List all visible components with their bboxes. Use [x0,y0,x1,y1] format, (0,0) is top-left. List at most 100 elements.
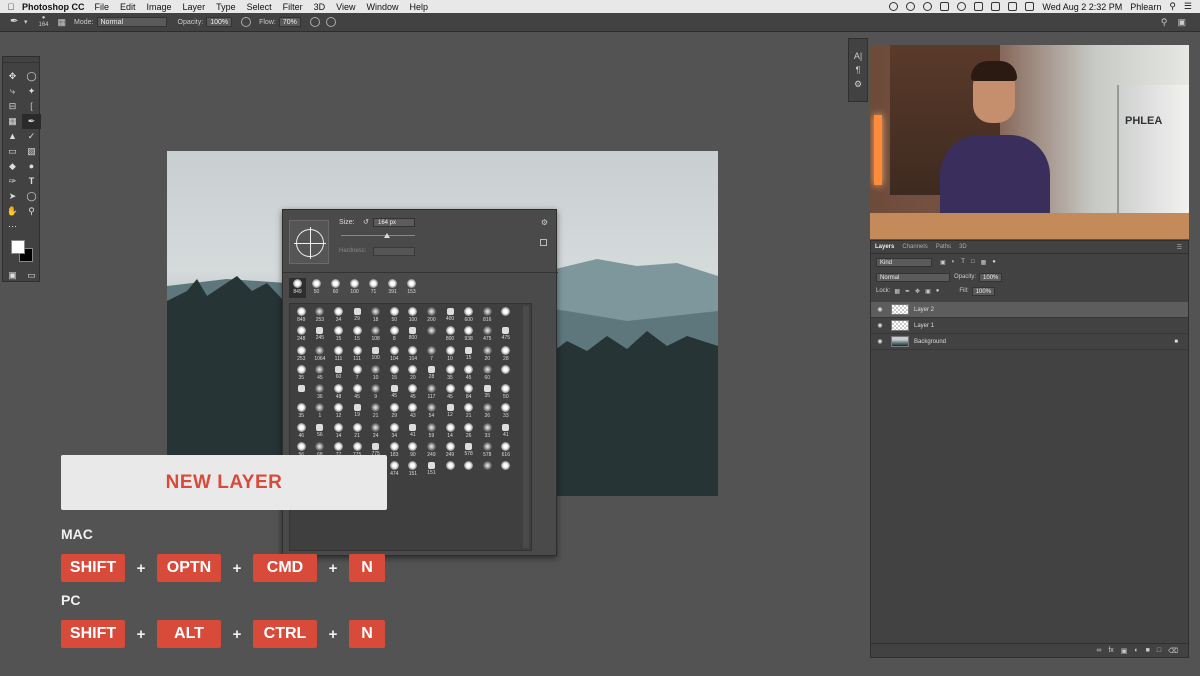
recent-brush[interactable]: 60 [327,278,344,298]
battery-icon[interactable] [1025,2,1035,11]
character-panel-icon[interactable]: A| [849,49,867,63]
layer-opacity-field[interactable]: 100% [979,272,1003,282]
airbrush-icon[interactable] [309,17,320,27]
mode-select[interactable]: Normal [96,17,167,27]
add-mask-icon[interactable]: ▣ [1121,647,1128,655]
brush-preset[interactable]: 29 [385,402,404,421]
menu-image[interactable]: Image [147,2,172,12]
brush-preset[interactable]: 26 [459,422,478,441]
brush-preset[interactable]: 41 [497,422,516,441]
tab-layers[interactable]: Layers [875,244,894,250]
filter-toggle-icon[interactable]: ● [992,259,996,265]
lock-pixels-icon[interactable]: ✒ [905,288,910,295]
brush-preset[interactable] [422,325,441,344]
brush-preset[interactable]: 15 [329,325,348,344]
trash-icon[interactable]: ⌫ [1168,647,1178,655]
brush-preset[interactable]: 20 [478,345,497,364]
recent-brush[interactable]: 153 [403,278,420,298]
brush-preset[interactable]: 151 [422,460,441,479]
kind-filter-select[interactable]: Kind [876,257,932,267]
layer-name[interactable]: Layer 1 [914,323,934,329]
brush-preset[interactable]: 100 [404,306,423,325]
size-field[interactable]: 164 px [373,218,415,227]
hand-tool-icon[interactable]: ✋ [3,204,22,219]
brush-preset[interactable]: 578 [459,441,478,460]
brush-preset[interactable]: 200 [422,306,441,325]
brush-preset[interactable]: 19 [348,402,367,421]
volume-icon[interactable] [1008,2,1018,11]
creative-cloud-icon[interactable] [906,2,916,11]
brush-preset[interactable]: 45 [311,364,330,383]
more-tools-icon[interactable]: ⋯ [3,219,22,234]
layer-name[interactable]: Background [914,339,946,345]
brush-preset[interactable]: 400 [441,306,460,325]
blend-mode-select[interactable]: Normal [876,272,950,282]
healing-brush-icon[interactable]: ▦ [3,114,22,129]
layer-row[interactable]: ◉ Background ■ [871,334,1188,350]
apple-icon[interactable]:  [0,2,22,12]
brush-preset[interactable]: 111 [348,345,367,364]
brush-preset[interactable]: 616 [497,441,516,460]
move-tool-icon[interactable]: ✥ [3,69,22,84]
filter-shape-icon[interactable]: □ [971,259,975,265]
brush-preset[interactable]: 34 [385,422,404,441]
visibility-eye-icon[interactable]: ◉ [871,306,889,313]
eyedropper-icon[interactable]: ❲ [22,99,41,114]
brush-preset[interactable]: 9 [366,383,385,402]
adjustment-layer-icon[interactable]: ◐ [1134,647,1138,654]
recent-brush[interactable]: 391 [384,278,401,298]
brush-preset[interactable]: 183 [385,441,404,460]
brush-preset[interactable]: 104 [404,345,423,364]
brush-preset[interactable]: 100 [366,345,385,364]
recent-brush[interactable]: 849 [289,278,306,298]
brush-preset[interactable]: 14 [441,422,460,441]
filter-smart-icon[interactable]: ▦ [981,259,987,266]
foreground-color[interactable] [11,240,25,254]
new-preset-icon[interactable] [540,239,547,246]
fill-field[interactable]: 100% [971,286,996,296]
pressure-size-icon[interactable] [325,17,336,27]
lock-artboard-icon[interactable]: ▣ [925,288,931,295]
brush-preset[interactable]: 46 [292,422,311,441]
flow-field[interactable]: 70% [278,17,301,27]
brush-preset[interactable] [497,306,516,325]
screen-mode-icon[interactable]: ▭ [22,268,41,283]
app-menu[interactable]: Photoshop CC [22,2,85,12]
brush-preset-picker[interactable]: ● 164 [36,15,52,29]
hardness-field[interactable] [373,247,415,256]
brush-preset[interactable]: 117 [422,383,441,402]
brush-preset[interactable] [497,364,516,383]
history-brush-icon[interactable]: ✓ [22,129,41,144]
menu-edit[interactable]: Edit [120,2,136,12]
link-layers-icon[interactable]: ∞ [1096,647,1101,654]
brush-preset[interactable]: 600 [459,306,478,325]
paragraph-panel-icon[interactable]: ¶ [849,63,867,77]
brush-preset[interactable]: 45 [348,383,367,402]
brush-preset[interactable]: 43 [404,402,423,421]
workspace-icon[interactable]: ▣ [1177,17,1186,28]
brush-preset[interactable]: 800 [404,325,423,344]
brush-preset[interactable]: 12 [329,402,348,421]
wifi-icon[interactable] [974,2,984,11]
brush-preset[interactable] [292,383,311,402]
brush-preset[interactable] [459,460,478,479]
brush-preset[interactable]: 578 [478,441,497,460]
recent-brush[interactable]: 71 [365,278,382,298]
quick-mask-icon[interactable]: ▣ [3,268,22,283]
menu-type[interactable]: Type [216,2,236,12]
layer-row[interactable]: ◉ Layer 1 [871,318,1188,334]
brush-preset[interactable]: 50 [385,306,404,325]
brush-preset[interactable]: 14 [329,422,348,441]
brush-preset[interactable] [441,460,460,479]
sync-icon[interactable] [923,2,933,11]
filter-adjust-icon[interactable]: ◐ [952,259,956,265]
search-icon[interactable]: ⚲ [1161,17,1168,28]
brush-preset[interactable]: 1 [311,402,330,421]
filter-type-icon[interactable]: T [961,259,965,265]
brush-preset[interactable] [497,460,516,479]
menu-select[interactable]: Select [247,2,272,12]
menu-help[interactable]: Help [409,2,428,12]
brush-tool-icon[interactable]: ✒ [10,17,20,27]
gear-icon[interactable]: ⚙ [541,218,548,227]
shape-tool-icon[interactable]: ◯ [22,189,41,204]
